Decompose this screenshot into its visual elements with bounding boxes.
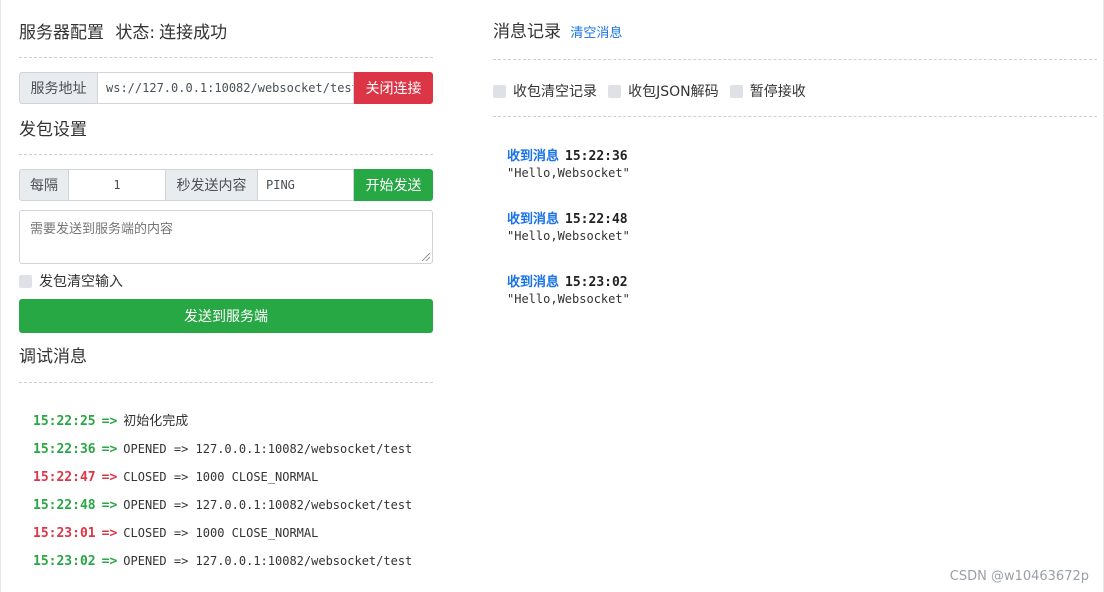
clear-records-checkbox[interactable] [493, 85, 506, 98]
resize-grip-icon[interactable] [422, 253, 430, 261]
log-time: 15:22:25 [33, 414, 96, 429]
textarea-placeholder: 需要发送到服务端的内容 [30, 222, 174, 237]
divider [493, 116, 1097, 117]
clear-input-option[interactable]: 发包清空输入 [19, 272, 123, 290]
content-label: 秒发送内容 [166, 169, 258, 201]
send-settings-title: 发包设置 [19, 120, 87, 140]
json-decode-label: 收包JSON解码 [628, 83, 719, 100]
message-header: 收到消息 15:22:48 [507, 209, 630, 227]
server-address-group: 服务地址 ws://127.0.0.1:10082/websocket/test… [19, 72, 433, 104]
message-body: "Hello,Websocket" [507, 292, 630, 306]
status-value: 连接成功 [159, 23, 228, 43]
clear-messages-link[interactable]: 清空消息 [570, 26, 622, 41]
message-time: 15:22:48 [565, 212, 628, 227]
message-log-title: 消息记录 [493, 22, 561, 42]
message-header: 收到消息 15:22:36 [507, 146, 630, 164]
interval-input[interactable]: 1 [69, 169, 166, 201]
log-arrow: => [101, 414, 118, 429]
debug-log-entry: 15:22:25 => 初始化完成 [33, 412, 188, 430]
log-time: 15:23:02 [33, 554, 96, 569]
log-arrow: => [101, 470, 118, 485]
clear-input-checkbox[interactable] [19, 275, 32, 288]
log-time: 15:22:36 [33, 442, 96, 457]
log-text: OPENED => 127.0.0.1:10082/websocket/test [123, 498, 413, 512]
message-body: "Hello,Websocket" [507, 229, 630, 243]
server-address-label: 服务地址 [19, 72, 98, 104]
server-config-title: 服务器配置 [19, 23, 104, 43]
send-to-server-button[interactable]: 发送到服务端 [19, 299, 433, 333]
log-arrow: => [101, 526, 118, 541]
json-decode-checkbox[interactable] [608, 85, 622, 98]
watermark: CSDN @w10463672p [949, 569, 1089, 584]
server-config-header: 服务器配置 状态: 连接成功 [19, 21, 227, 45]
message-item: 收到消息 15:22:48 "Hello,Websocket" [507, 209, 630, 243]
log-time: 15:23:01 [33, 526, 96, 541]
option-clear-records[interactable]: 收包清空记录 [493, 81, 602, 100]
interval-label: 每隔 [19, 169, 69, 201]
divider [19, 382, 433, 383]
close-connection-button[interactable]: 关闭连接 [354, 72, 433, 104]
divider [19, 154, 433, 155]
pause-receive-label: 暂停接收 [749, 83, 806, 100]
server-address-input[interactable]: ws://127.0.0.1:10082/websocket/test [98, 72, 354, 104]
debug-log-entry: 15:23:01 => CLOSED => 1000 CLOSE_NORMAL [33, 524, 318, 542]
log-time: 15:22:48 [33, 498, 96, 513]
log-text: 初始化完成 [123, 414, 189, 429]
send-content-textarea[interactable]: 需要发送到服务端的内容 [19, 210, 433, 264]
start-sending-button[interactable]: 开始发送 [354, 169, 433, 201]
auto-content-input[interactable]: PING [258, 169, 354, 201]
message-time: 15:23:02 [565, 275, 628, 290]
message-item: 收到消息 15:23:02 "Hello,Websocket" [507, 272, 630, 306]
message-label: 收到消息 [507, 275, 560, 290]
log-arrow: => [101, 442, 118, 457]
receive-options: 收包清空记录 收包JSON解码 暂停接收 [493, 82, 806, 100]
log-text: CLOSED => 1000 CLOSE_NORMAL [123, 526, 319, 540]
log-arrow: => [101, 498, 118, 513]
page: 服务器配置 状态: 连接成功 服务地址 ws://127.0.0.1:10082/… [0, 0, 1104, 592]
message-time: 15:22:36 [565, 149, 628, 164]
auto-send-group: 每隔 1 秒发送内容 PING 开始发送 [19, 169, 433, 201]
log-time: 15:22:47 [33, 470, 96, 485]
clear-records-label: 收包清空记录 [513, 83, 597, 100]
log-text: OPENED => 127.0.0.1:10082/websocket/test [123, 442, 413, 456]
message-item: 收到消息 15:22:36 "Hello,Websocket" [507, 146, 630, 180]
log-arrow: => [101, 554, 118, 569]
message-log-header: 消息记录 清空消息 [493, 20, 622, 44]
option-pause-receive[interactable]: 暂停接收 [729, 81, 806, 100]
option-json-decode[interactable]: 收包JSON解码 [608, 81, 724, 100]
debug-log-entry: 15:22:48 => OPENED => 127.0.0.1:10082/webs… [33, 496, 412, 514]
message-body: "Hello,Websocket" [507, 166, 630, 180]
debug-log-entry: 15:22:47 => CLOSED => 1000 CLOSE_NORMAL [33, 468, 318, 486]
pause-receive-checkbox[interactable] [729, 85, 743, 98]
status-label: 状态: [115, 23, 156, 43]
debug-log-entry: 15:22:36 => OPENED => 127.0.0.1:10082/webs… [33, 440, 412, 458]
debug-title: 调试消息 [19, 347, 87, 367]
clear-input-label: 发包清空输入 [39, 273, 123, 290]
message-label: 收到消息 [507, 149, 560, 164]
debug-log-entry: 15:23:02 => OPENED => 127.0.0.1:10082/webs… [33, 552, 412, 570]
log-text: OPENED => 127.0.0.1:10082/websocket/test [123, 554, 413, 568]
divider [19, 57, 433, 58]
message-label: 收到消息 [507, 212, 560, 227]
divider [493, 59, 1097, 60]
message-header: 收到消息 15:23:02 [507, 272, 630, 290]
log-text: CLOSED => 1000 CLOSE_NORMAL [123, 470, 319, 484]
